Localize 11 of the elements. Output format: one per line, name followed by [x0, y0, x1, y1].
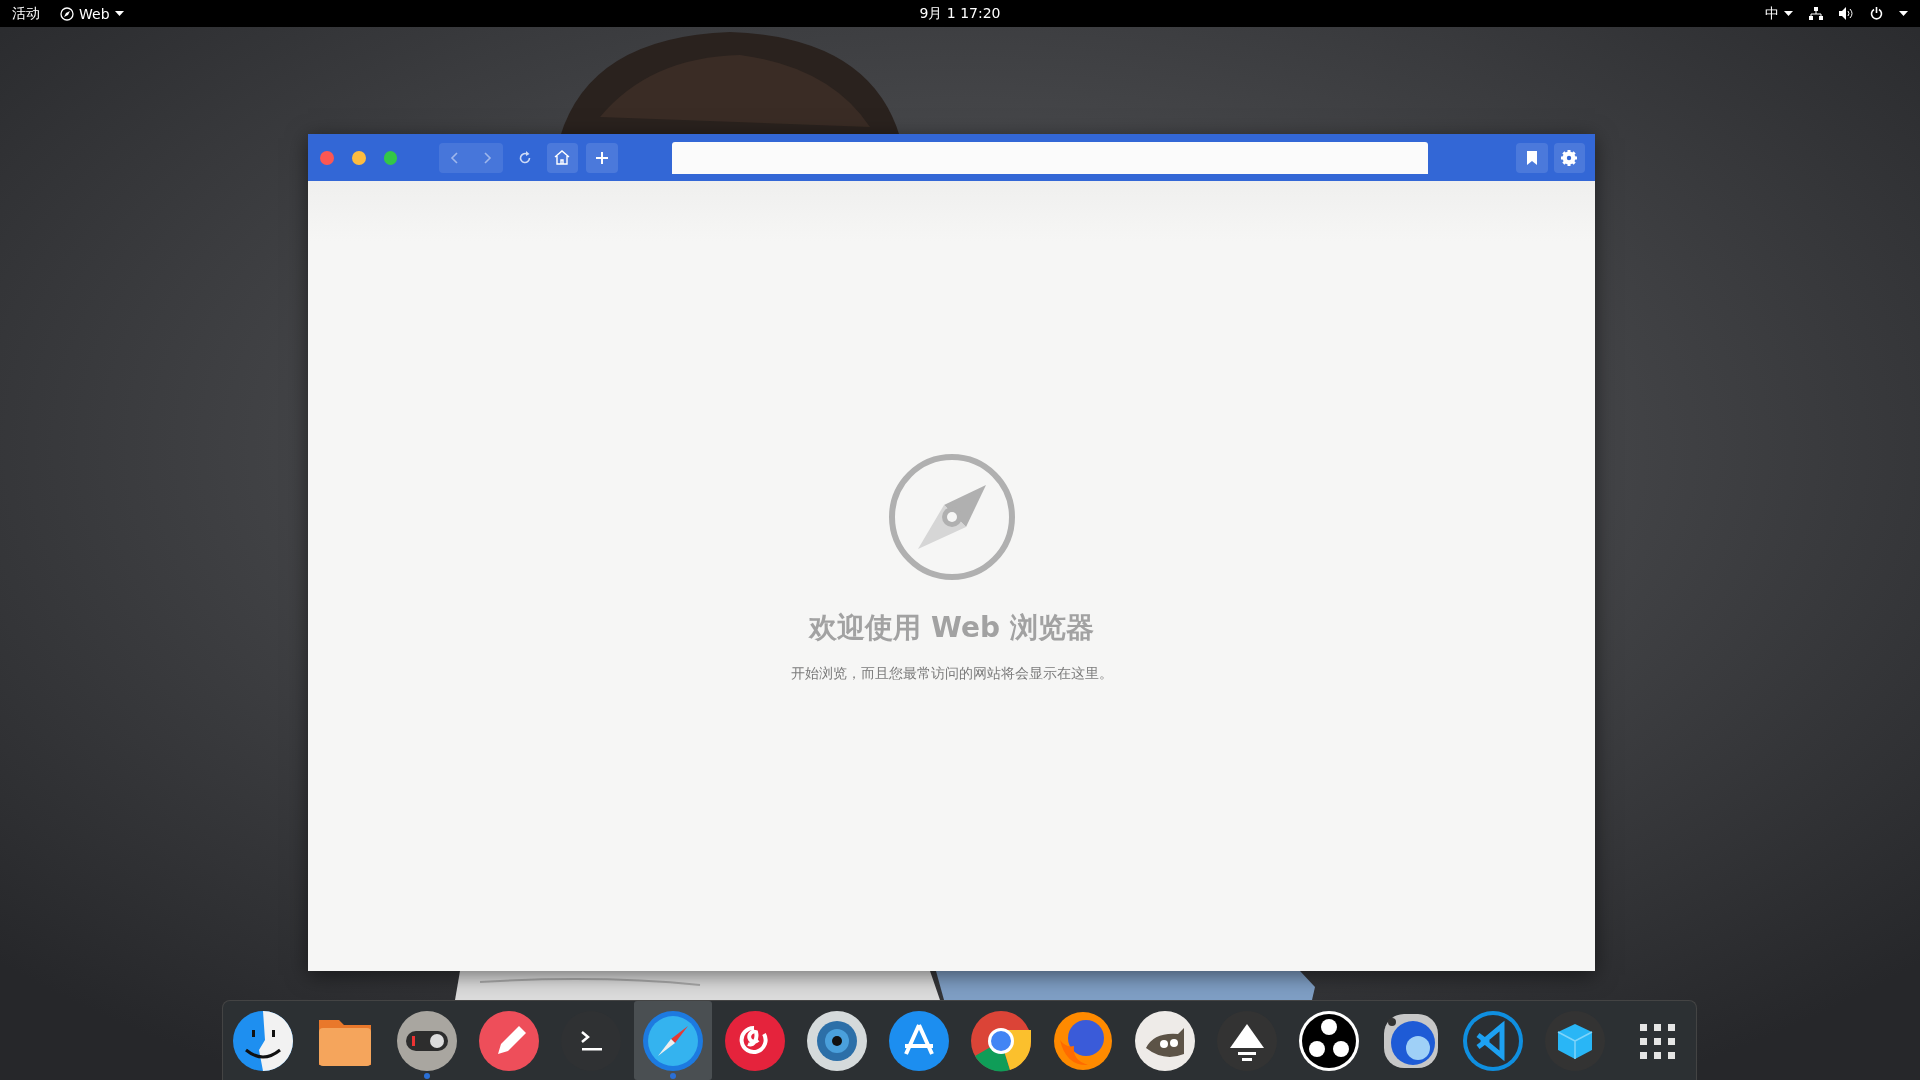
volume-icon[interactable] — [1839, 7, 1854, 20]
network-icon[interactable] — [1809, 7, 1823, 20]
caret-icon[interactable] — [1899, 11, 1908, 16]
caret-icon — [114, 11, 124, 16]
input-method-menu[interactable]: 中 — [1765, 4, 1793, 23]
activities-button[interactable]: 活动 — [12, 4, 40, 23]
power-icon[interactable] — [1870, 7, 1883, 20]
clock[interactable]: 9月 1 17:20 — [919, 4, 1001, 23]
compass-icon — [60, 6, 74, 21]
app-menu[interactable]: Web — [60, 5, 124, 22]
caret-icon — [1784, 11, 1793, 16]
